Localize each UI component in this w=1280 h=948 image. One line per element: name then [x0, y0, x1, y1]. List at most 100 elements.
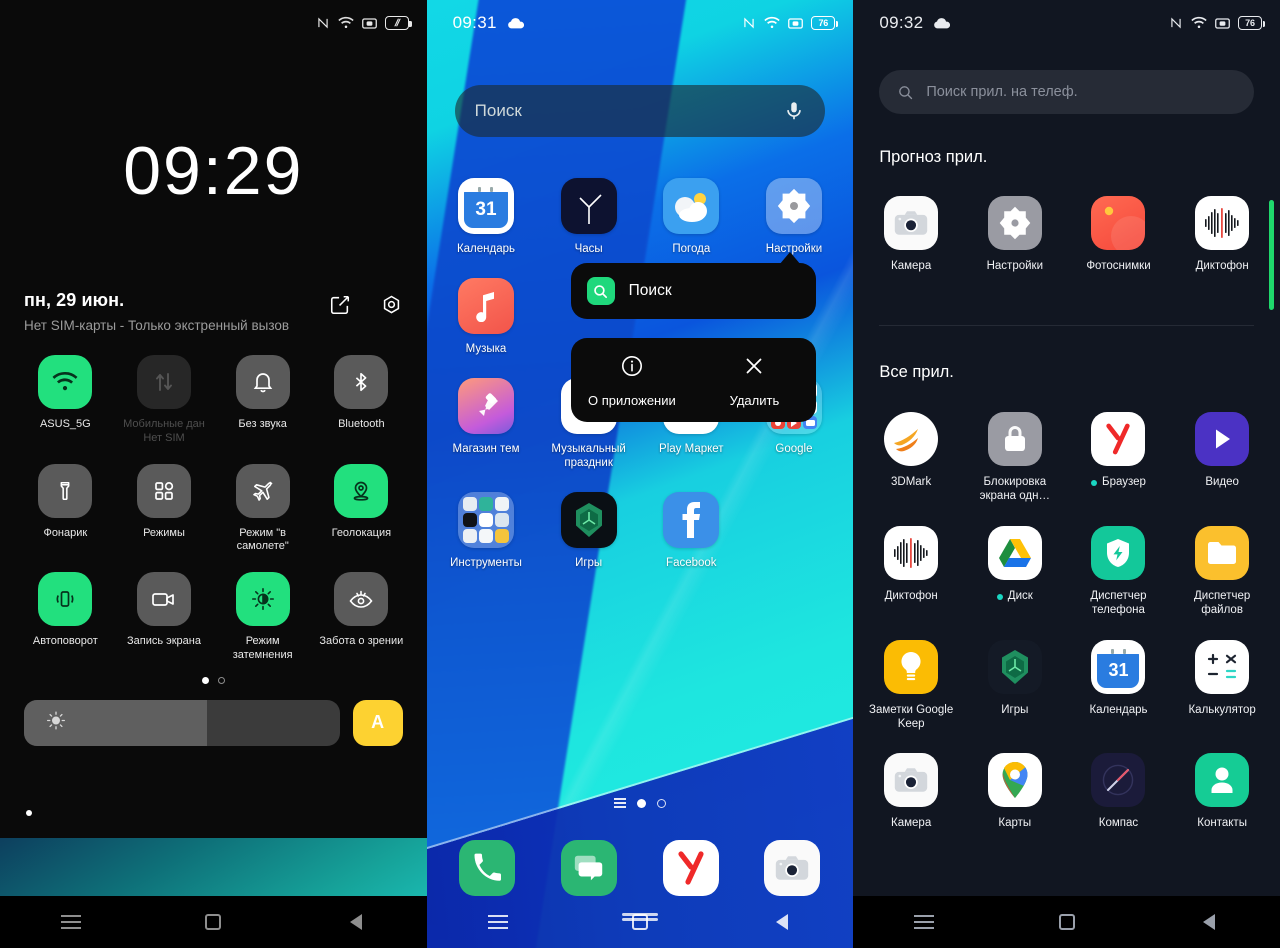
settings-icon[interactable]: [379, 292, 405, 318]
drawer-app-calculator[interactable]: Калькулятор: [1170, 639, 1274, 732]
drawer-app-phone-manager[interactable]: Диспетчер телефона: [1067, 525, 1171, 618]
app-label: Диктофон: [1195, 260, 1249, 272]
tile-wifi[interactable]: ASUS_5G: [16, 355, 115, 446]
drawer-app-keep[interactable]: Заметки Google Keep: [859, 639, 963, 732]
drawer-app-screen-lock[interactable]: Блокировка экрана одн…: [963, 412, 1067, 504]
tile-screen-record[interactable]: Запись экрана: [115, 572, 214, 663]
battery-charging-icon: //: [384, 16, 412, 30]
home-page-indicator: [427, 798, 854, 808]
drawer-app-contacts[interactable]: Контакты: [1170, 753, 1274, 830]
dock-app-yandex[interactable]: [640, 840, 742, 896]
wifi-icon: [764, 16, 780, 30]
app-label: Игры: [575, 557, 603, 570]
app-label: 3DMark: [891, 476, 932, 488]
recents-button[interactable]: [468, 905, 528, 939]
tile-silent[interactable]: Без звука: [213, 355, 312, 446]
back-button[interactable]: [326, 905, 386, 939]
context-menu-delete[interactable]: Удалить: [693, 354, 816, 408]
home-app-clock[interactable]: Часы: [537, 178, 640, 256]
section-title-all-apps: Все прил.: [879, 363, 954, 381]
cloud-icon: [507, 17, 525, 30]
keep-icon: [884, 639, 939, 694]
home-button[interactable]: [1037, 905, 1097, 939]
all-apps-grid: 3DMark Блокировка экрана одн… Браузер Ви…: [853, 412, 1280, 831]
home-button[interactable]: [610, 905, 670, 939]
app-search-input[interactable]: Поиск прил. на телеф.: [879, 70, 1254, 114]
page-dot-active[interactable]: [636, 798, 646, 808]
page-dot-active[interactable]: [201, 676, 209, 684]
dock-app-phone[interactable]: [437, 840, 539, 896]
home-app-music[interactable]: Музыка: [435, 278, 538, 356]
home-screen-panel: 09:31 76 Поиск 31 Календарь Часы Погода …: [426, 0, 854, 948]
context-menu-label: О приложении: [588, 393, 676, 408]
drawer-app-compass[interactable]: Компас: [1067, 753, 1171, 830]
edit-icon[interactable]: [327, 292, 353, 318]
context-menu-app-row[interactable]: Поиск: [570, 263, 816, 319]
tile-eye-care[interactable]: Забота о зрении: [312, 572, 411, 663]
home-app-tools-folder[interactable]: Инструменты: [435, 492, 538, 570]
brightness-slider[interactable]: [24, 699, 340, 746]
nfc-icon: [316, 16, 330, 30]
app-label: Google: [775, 443, 813, 456]
dock-app-camera[interactable]: [742, 840, 844, 896]
drawer-app-games[interactable]: Игры: [963, 639, 1067, 732]
shade-drag-handle[interactable]: [26, 810, 32, 816]
tile-modes[interactable]: Режимы: [115, 463, 214, 555]
page-dot[interactable]: [217, 676, 225, 684]
tile-mobile-data[interactable]: Мобильные дан Нет SIM: [115, 355, 214, 446]
drawer-app-settings[interactable]: Настройки: [963, 196, 1067, 273]
wifi-icon: [1191, 16, 1207, 30]
yandex-icon: [662, 840, 719, 896]
dock-app-messages[interactable]: [538, 840, 640, 896]
back-button[interactable]: [752, 905, 812, 939]
drawer-app-drive[interactable]: Диск: [963, 525, 1067, 618]
auto-brightness-button[interactable]: A: [352, 699, 403, 746]
drawer-app-browser[interactable]: Браузер: [1067, 412, 1171, 504]
drawer-app-recorder-2[interactable]: Диктофон: [859, 525, 963, 618]
tile-airplane[interactable]: Режим "в самолете": [213, 463, 312, 555]
calendar-date: 31: [1097, 653, 1140, 688]
drawer-app-camera-2[interactable]: Камера: [859, 753, 963, 830]
page-dot[interactable]: [656, 798, 666, 808]
tile-flashlight[interactable]: Фонарик: [16, 463, 115, 555]
app-label: Фотоснимки: [1086, 260, 1151, 272]
recents-button[interactable]: [41, 905, 101, 939]
tile-auto-rotate[interactable]: Автоповорот: [16, 572, 115, 663]
drawer-app-calendar[interactable]: 31 Календарь: [1067, 639, 1171, 732]
context-menu-app-name: Поиск: [628, 282, 672, 299]
drawer-app-camera[interactable]: Камера: [859, 196, 963, 273]
search-placeholder: Поиск прил. на телеф.: [926, 84, 1078, 100]
tile-location[interactable]: Геолокация: [312, 463, 411, 555]
status-bar-home: 09:31 76: [427, 0, 854, 46]
phone-manager-icon: [1091, 525, 1146, 580]
drawer-app-recorder[interactable]: Диктофон: [1170, 196, 1274, 273]
tile-bluetooth[interactable]: Bluetooth: [312, 355, 411, 446]
search-bar[interactable]: Поиск: [454, 85, 826, 137]
drawer-scrollbar[interactable]: [1268, 200, 1274, 310]
app-label: Камера: [891, 817, 932, 830]
drawer-app-3dmark[interactable]: 3DMark: [859, 412, 963, 504]
drawer-app-maps[interactable]: Карты: [963, 753, 1067, 830]
home-button[interactable]: [183, 905, 243, 939]
context-menu-about-app[interactable]: О приложении: [571, 354, 694, 408]
back-button[interactable]: [1179, 905, 1239, 939]
pages-overview-icon[interactable]: [613, 798, 626, 808]
drawer-app-video[interactable]: Видео: [1170, 412, 1274, 504]
shade-header: пн, 29 июн. Нет SIM-карты - Только экстр…: [0, 290, 427, 333]
home-app-theme-store[interactable]: Магазин тем: [435, 378, 538, 470]
home-app-settings[interactable]: Настройки: [743, 178, 846, 256]
home-app-games[interactable]: Игры: [537, 492, 640, 570]
microphone-icon[interactable]: [783, 99, 805, 123]
tile-dark-mode[interactable]: Режим затемнения: [213, 572, 312, 663]
drawer-app-file-manager[interactable]: Диспетчер файлов: [1170, 525, 1274, 618]
home-app-calendar[interactable]: 31 Календарь: [435, 178, 538, 256]
app-label: Календарь: [456, 243, 515, 255]
home-app-facebook[interactable]: Facebook: [640, 492, 743, 570]
home-app-weather[interactable]: Погода: [640, 178, 743, 256]
recents-button[interactable]: [894, 905, 954, 939]
cloud-icon: [933, 17, 951, 30]
drawer-app-photos[interactable]: Фотоснимки: [1067, 196, 1171, 273]
search-icon: [897, 84, 914, 101]
games-icon: [560, 492, 617, 549]
home-dock: [427, 840, 854, 896]
